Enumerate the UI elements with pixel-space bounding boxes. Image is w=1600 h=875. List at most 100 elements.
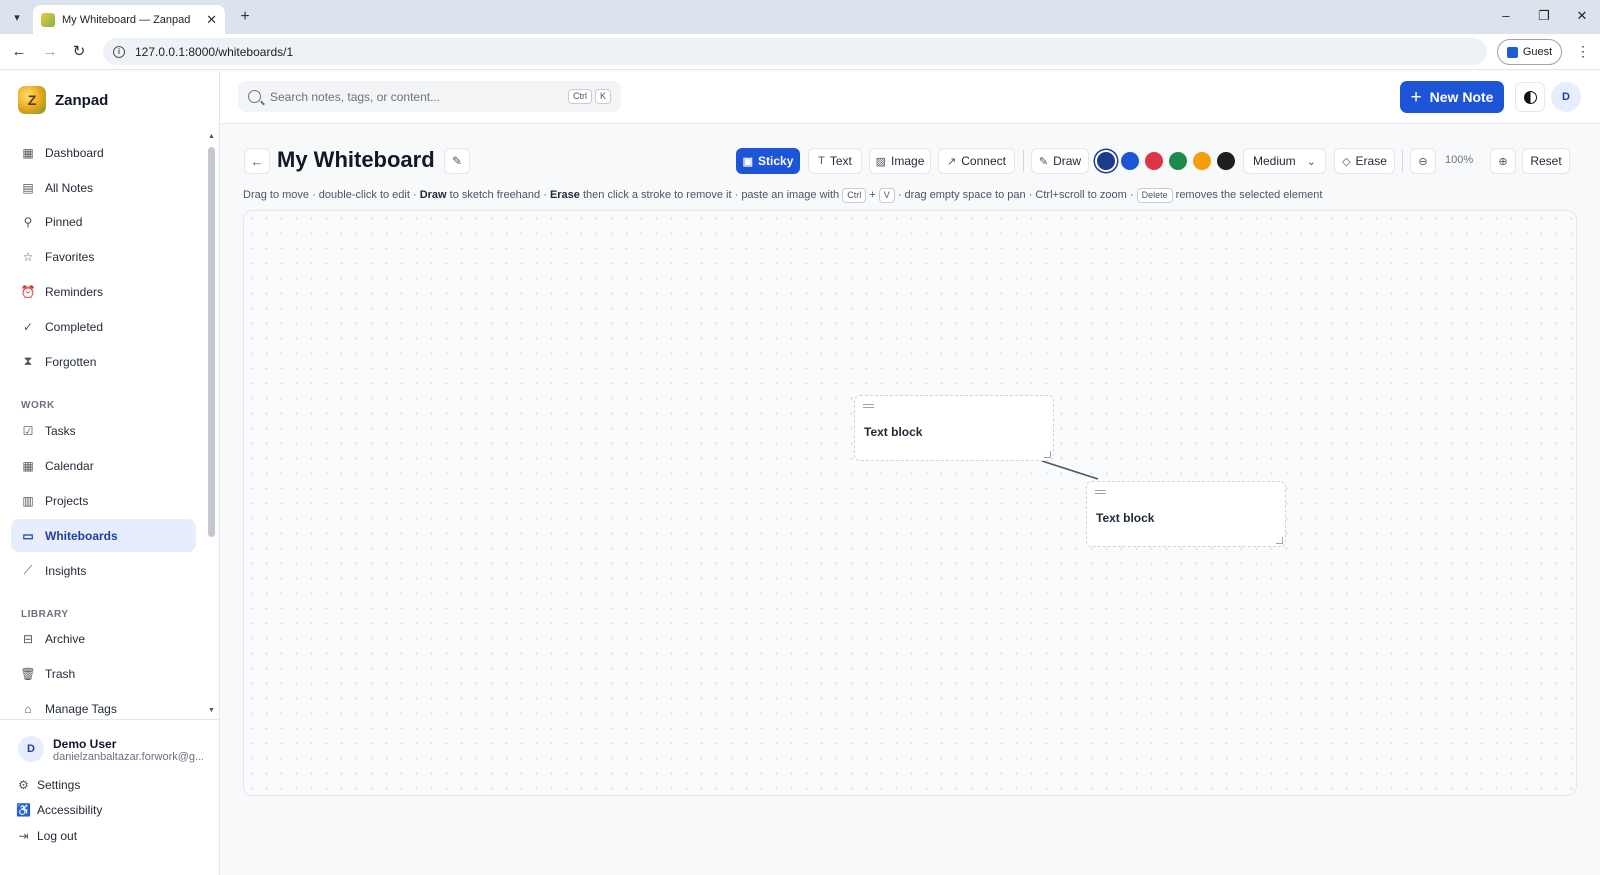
color-swatch-black[interactable] [1217,152,1235,170]
brand[interactable]: Z Zanpad [18,86,108,114]
resize-handle-icon[interactable] [1044,451,1051,458]
new-note-button[interactable]: + New Note [1400,81,1504,113]
erase-tool-button[interactable]: ◇ Erase [1334,148,1395,174]
back-nav-icon[interactable]: ← [10,43,28,61]
browser-menu-icon[interactable]: ⋮ [1576,43,1590,60]
browser-tab[interactable]: My Whiteboard — Zanpad ✕ [33,5,225,34]
url-bar[interactable]: i 127.0.0.1:8000/whiteboards/1 [103,38,1487,65]
connect-tool-button[interactable]: ↗ Connect [938,148,1015,174]
resize-handle-icon[interactable] [1276,537,1283,544]
hint-text: · drag empty space to pan · Ctrl+scroll … [894,189,1137,201]
sidebar-item-favorites[interactable]: ☆ Favorites [11,240,196,273]
forward-nav-icon[interactable]: → [41,43,59,61]
sidebar-item-manage-tags[interactable]: ⌂ Manage Tags [11,692,196,725]
hint-text: to sketch freehand · [446,189,550,201]
sidebar-item-archive[interactable]: ⊟ Archive [11,622,196,655]
erase-label: Erase [1355,154,1387,168]
chart-line-icon: ⟋ [23,563,33,577]
reload-icon[interactable]: ↻ [70,43,88,61]
drag-handle-icon[interactable] [863,404,874,408]
search-icon [248,90,261,103]
archive-icon: ⊟ [22,631,34,646]
scroll-down-icon[interactable]: ▼ [208,707,215,714]
search-shortcut: Ctrl K [567,89,611,104]
sidebar-item-all-notes[interactable]: ▤ All Notes [11,171,196,204]
top-header: Ctrl K + New Note D [220,71,1600,124]
sidebar-item-tasks[interactable]: ☑ Tasks [11,414,196,447]
accessibility-icon: ♿ [16,803,31,817]
search-input[interactable] [270,89,550,104]
header-avatar[interactable]: D [1551,82,1581,112]
zoom-in-button[interactable]: ⊕ [1490,148,1516,174]
sidebar-item-projects[interactable]: ▥ Projects [11,484,196,517]
text-block-content: Text block [864,425,923,439]
color-swatch-blue[interactable] [1121,152,1139,170]
task-icon: ☑ [22,423,34,438]
text-block[interactable]: Text block [1086,481,1286,547]
sidebar-item-completed[interactable]: ✓ Completed [11,310,196,343]
image-tool-button[interactable]: ▨ Image [869,148,931,174]
trash-icon: 🗑 [20,666,36,681]
whiteboard-canvas[interactable]: Text block Text block [243,210,1577,796]
new-tab-icon[interactable]: + [236,8,254,26]
color-swatch-red[interactable] [1145,152,1163,170]
profile-button[interactable]: Guest [1497,39,1562,65]
sidebar-item-reminders[interactable]: ⏰ Reminders [11,275,196,308]
restore-icon[interactable]: ❐ [1534,8,1554,24]
sidebar-item-insights[interactable]: ⟋ Insights [11,554,196,587]
user-email: danielzanbaltazar.forwork@g... [53,751,203,763]
connector-line[interactable] [1041,460,1099,480]
text-tool-button[interactable]: T Text [808,148,862,174]
sidebar-item-pinned[interactable]: ⚲ Pinned [11,205,196,238]
text-label: Text [829,154,852,168]
sidebar-item-label: Pinned [45,214,83,229]
sidebar-item-calendar[interactable]: ▦ Calendar [11,449,196,482]
zoom-in-icon: ⊕ [1498,155,1508,168]
sidebar-item-trash[interactable]: 🗑 Trash [11,657,196,690]
sidebar-scrollbar[interactable] [208,147,215,537]
close-window-icon[interactable]: ✕ [1572,8,1592,24]
gear-icon: ⚙ [18,778,29,792]
section-label-work: WORK [21,400,55,411]
pencil-icon: ✎ [1038,155,1049,168]
tab-close-icon[interactable]: ✕ [206,12,217,28]
color-swatch-navy[interactable] [1097,152,1115,170]
reset-button[interactable]: Reset [1522,148,1570,174]
minimize-icon[interactable]: – [1496,8,1516,23]
tag-icon: ⌂ [24,701,32,716]
edit-title-button[interactable]: ✎ [444,148,470,174]
draw-tool-button[interactable]: ✎ Draw [1031,148,1089,174]
site-info-icon[interactable]: i [113,45,125,58]
sticky-note-icon: ▣ [742,155,754,168]
plus-icon: + [1410,86,1422,108]
kbd-ctrl: Ctrl [567,89,592,104]
sidebar-item-dashboard[interactable]: ▦ Dashboard [11,136,196,169]
text-block[interactable]: Text block [854,395,1054,461]
kanban-icon: ▥ [22,493,34,508]
theme-toggle-button[interactable] [1515,82,1545,112]
accessibility-link[interactable]: ♿ Accessibility [16,803,102,817]
settings-link[interactable]: ⚙ Settings [17,778,80,792]
new-note-label: New Note [1429,89,1494,105]
hint-text: then click a stroke to remove it · paste… [579,189,843,201]
sidebar-item-label: Dashboard [45,145,104,160]
search-box[interactable]: Ctrl K [238,81,621,112]
profile-icon [1506,46,1518,58]
notes-icon: ▤ [22,180,34,195]
logout-link[interactable]: ⇥ Log out [17,829,77,843]
image-icon: ▨ [875,155,887,168]
stroke-size-select[interactable]: Medium ⌄ [1243,148,1326,174]
tab-search-icon[interactable]: ▾ [6,6,28,28]
sidebar-item-forgotten[interactable]: ⧗ Forgotten [11,345,196,378]
back-button[interactable]: ← [244,148,270,174]
draw-label: Draw [1053,154,1082,168]
color-swatch-green[interactable] [1169,152,1187,170]
sticky-tool-button[interactable]: ▣ Sticky [736,148,800,174]
sidebar-item-whiteboards[interactable]: ▭ Whiteboards [11,519,196,552]
drag-handle-icon[interactable] [1095,490,1106,494]
zoom-out-button[interactable]: ⊖ [1410,148,1436,174]
color-swatch-orange[interactable] [1193,152,1211,170]
scroll-up-icon[interactable]: ▲ [208,133,215,140]
sidebar-item-label: Completed [45,319,104,334]
user-avatar[interactable]: D [18,736,44,762]
